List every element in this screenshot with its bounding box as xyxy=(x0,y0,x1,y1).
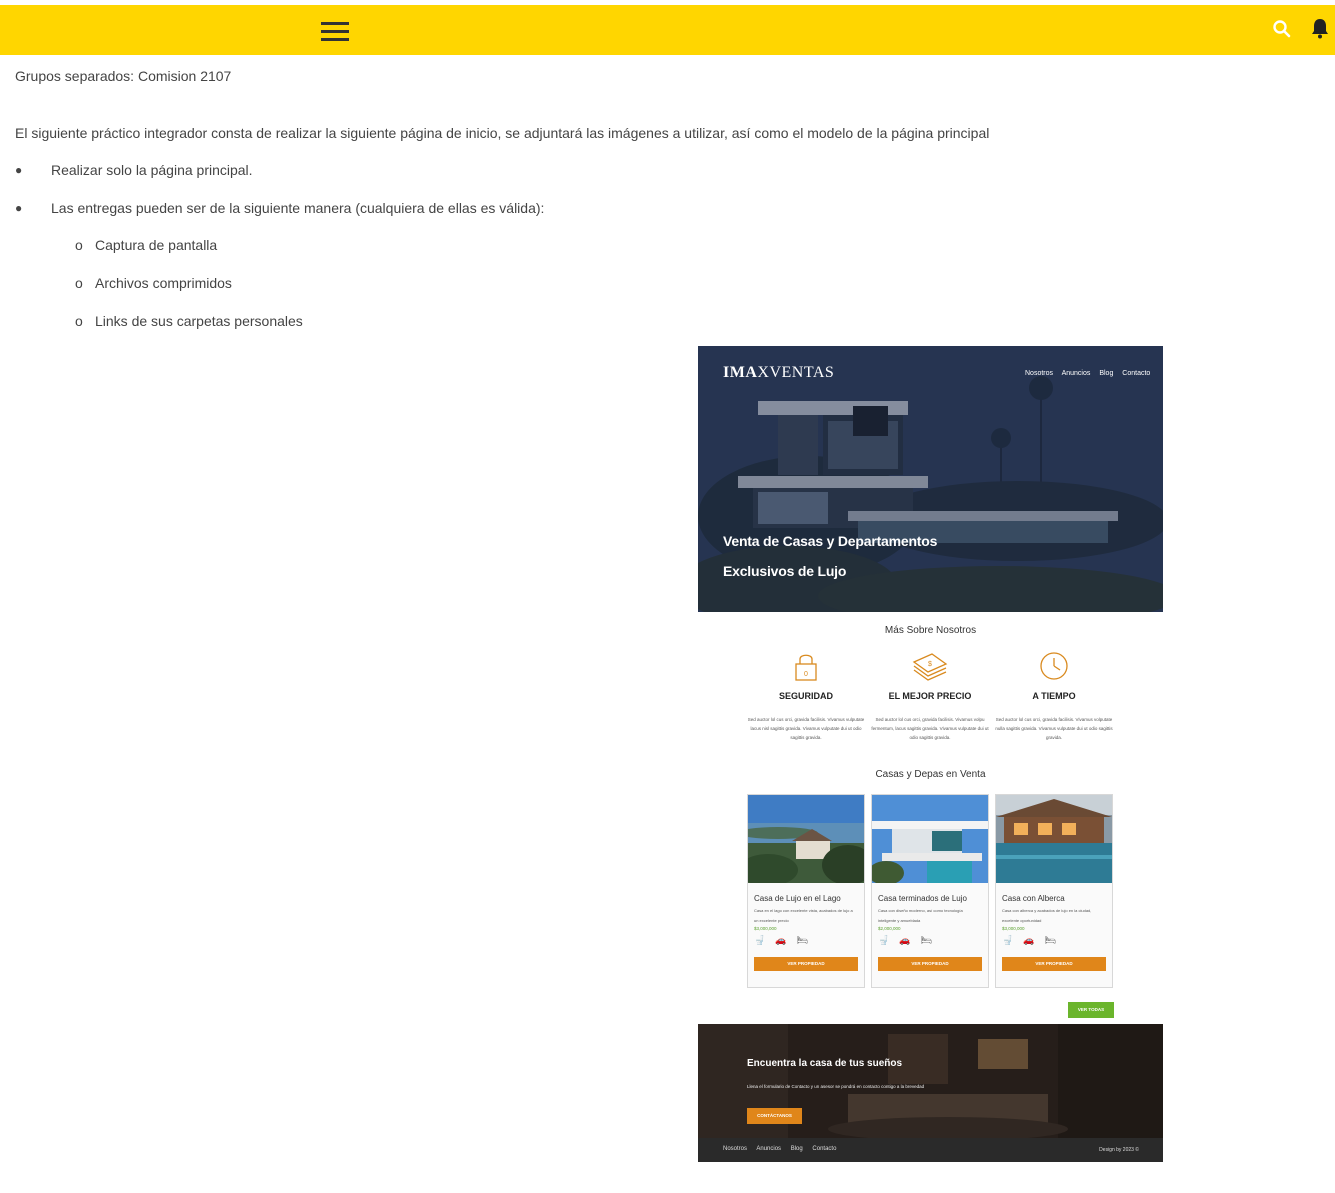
sub-marker: o xyxy=(75,275,83,291)
footer-nav-item: Contacto xyxy=(812,1146,837,1152)
hamburger-menu-icon[interactable] xyxy=(321,21,349,43)
car-icon: 🚗 xyxy=(1023,935,1035,945)
mock-nav-item: Blog xyxy=(1099,370,1114,377)
toilet-icon: 🚽 xyxy=(1002,935,1014,945)
bullet-item-1: Realizar solo la página principal. xyxy=(51,162,253,178)
feature-title: SEGURIDAD xyxy=(778,691,833,701)
mock-hero-title: Venta de Casas y Departamentos Exclusivo… xyxy=(723,526,937,586)
feature-mejor-precio: $ EL MEJOR PRECIO Sed auctor lol cus orc… xyxy=(870,650,990,742)
car-icon: 🚗 xyxy=(775,935,787,945)
card-description: Casa con diseño moderno, así como tecnol… xyxy=(878,908,963,923)
card-amenities: 🚽 🚗 🛏 xyxy=(872,931,988,951)
bullet-marker: ● xyxy=(15,201,23,215)
bullet-item-2: Las entregas pueden ser de la siguiente … xyxy=(51,200,545,216)
top-toolbar xyxy=(0,5,1335,55)
sub-item-3: Links de sus carpetas personales xyxy=(95,313,303,329)
hero-banner: IMAXVENTAS Nosotros Anuncios Blog Contac… xyxy=(698,346,1163,612)
bed-icon: 🛏 xyxy=(1044,935,1056,945)
search-icon[interactable] xyxy=(1272,19,1292,39)
footer-nav-item: Anuncios xyxy=(756,1146,782,1152)
lake-house-photo xyxy=(738,795,874,886)
property-card: Casa terminados de Lujo Casa con diseño … xyxy=(868,794,989,988)
feature-a-tiempo: A TIEMPO Sed auctor lol cus orci, gravid… xyxy=(994,650,1114,742)
money-icon: $ xyxy=(912,653,948,681)
intro-paragraph: El siguiente práctico integrador consta … xyxy=(15,125,990,141)
sub-marker: o xyxy=(75,313,83,329)
mock-nav-item: Contacto xyxy=(1122,370,1151,377)
property-card: Casa con Alberca Casa con alberca y acab… xyxy=(995,794,1113,988)
card-amenities: 🚽 🚗 🛏 xyxy=(996,931,1112,951)
card-description: Casa en el lago con excelente vista, aca… xyxy=(754,908,853,923)
footer-nav-item: Nosotros xyxy=(723,1146,748,1152)
modern-house-photo xyxy=(868,795,988,885)
bullet-marker: ● xyxy=(15,163,23,177)
hero-title-line-1: Venta de Casas y Departamentos xyxy=(723,533,938,549)
car-icon: 🚗 xyxy=(899,935,911,945)
feature-text: Sed auctor lol cus orci, gravida facilis… xyxy=(995,717,1113,740)
bed-icon: 🛏 xyxy=(796,935,808,945)
bed-icon: 🛏 xyxy=(920,935,932,945)
card-title: Casa con Alberca xyxy=(1002,894,1065,903)
card-title: Casa de Lujo en el Lago xyxy=(754,894,841,903)
card-amenities: 🚽 🚗 🛏 xyxy=(748,931,864,951)
feature-text: Sed auctor lol cus orci, gravida facilis… xyxy=(871,717,989,740)
toilet-icon: 🚽 xyxy=(754,935,766,945)
footer-copyright: Design by 2023 © xyxy=(1099,1147,1139,1153)
contactanos-button: CONTÁCTANOS xyxy=(747,1108,802,1124)
ver-propiedad-button: VER PROPIEDAD xyxy=(1002,957,1106,971)
feature-text: Sed auctor lol cus orci, gravida facilis… xyxy=(747,717,865,740)
mock-nav-item: Anuncios xyxy=(1061,370,1091,377)
feature-seguridad: 0 SEGURIDAD Sed auctor lol cus orci, gra… xyxy=(746,650,866,742)
svg-text:0: 0 xyxy=(804,671,808,678)
feature-title: A TIEMPO xyxy=(1032,691,1076,701)
feature-title: EL MEJOR PRECIO xyxy=(888,691,972,701)
sub-item-1: Captura de pantalla xyxy=(95,237,218,253)
pool-house-photo xyxy=(996,795,1112,883)
footer-nav: Nosotros Anuncios Blog Contacto xyxy=(723,1146,844,1152)
footer-nav-item: Blog xyxy=(790,1146,803,1152)
card-title: Casa terminados de Lujo xyxy=(878,894,967,903)
sub-item-2: Archivos comprimidos xyxy=(95,275,232,291)
property-card: Casa de Lujo en el Lago Casa en el lago … xyxy=(738,794,874,988)
about-title: Más Sobre Nosotros xyxy=(884,625,977,636)
mock-footer: Nosotros Anuncios Blog Contacto Design b… xyxy=(698,1138,1163,1162)
ver-propiedad-button: VER PROPIEDAD xyxy=(878,957,982,971)
mock-logo: IMAXVENTAS xyxy=(723,364,835,381)
hero-title-line-2: Exclusivos de Lujo xyxy=(723,563,847,579)
bell-icon[interactable] xyxy=(1310,17,1330,39)
toilet-icon: 🚽 xyxy=(878,935,890,945)
groups-line: Grupos separados: Comision 2107 xyxy=(15,68,232,84)
svg-text:$: $ xyxy=(928,661,932,668)
listings-title: Casas y Depas en Venta xyxy=(875,769,986,780)
cta-text: Llena el formulario de Contacto y un ase… xyxy=(747,1084,925,1089)
lock-icon: 0 xyxy=(795,654,817,681)
mock-nav-item: Nosotros xyxy=(1025,370,1054,377)
clock-icon xyxy=(1040,652,1068,680)
card-description: Casa con alberca y acabados de lujo en l… xyxy=(1002,908,1092,923)
sub-marker: o xyxy=(75,237,83,253)
cta-banner: Encuentra la casa de tus sueños Llena el… xyxy=(698,1024,1163,1138)
ver-propiedad-button: VER PROPIEDAD xyxy=(754,957,858,971)
ver-todas-button: VER TODAS xyxy=(1068,1002,1114,1018)
mock-nav: Nosotros Anuncios Blog Contacto xyxy=(1025,370,1157,377)
cta-title: Encuentra la casa de tus sueños xyxy=(747,1058,903,1069)
homepage-mockup-image: IMAXVENTAS Nosotros Anuncios Blog Contac… xyxy=(698,346,1163,1162)
